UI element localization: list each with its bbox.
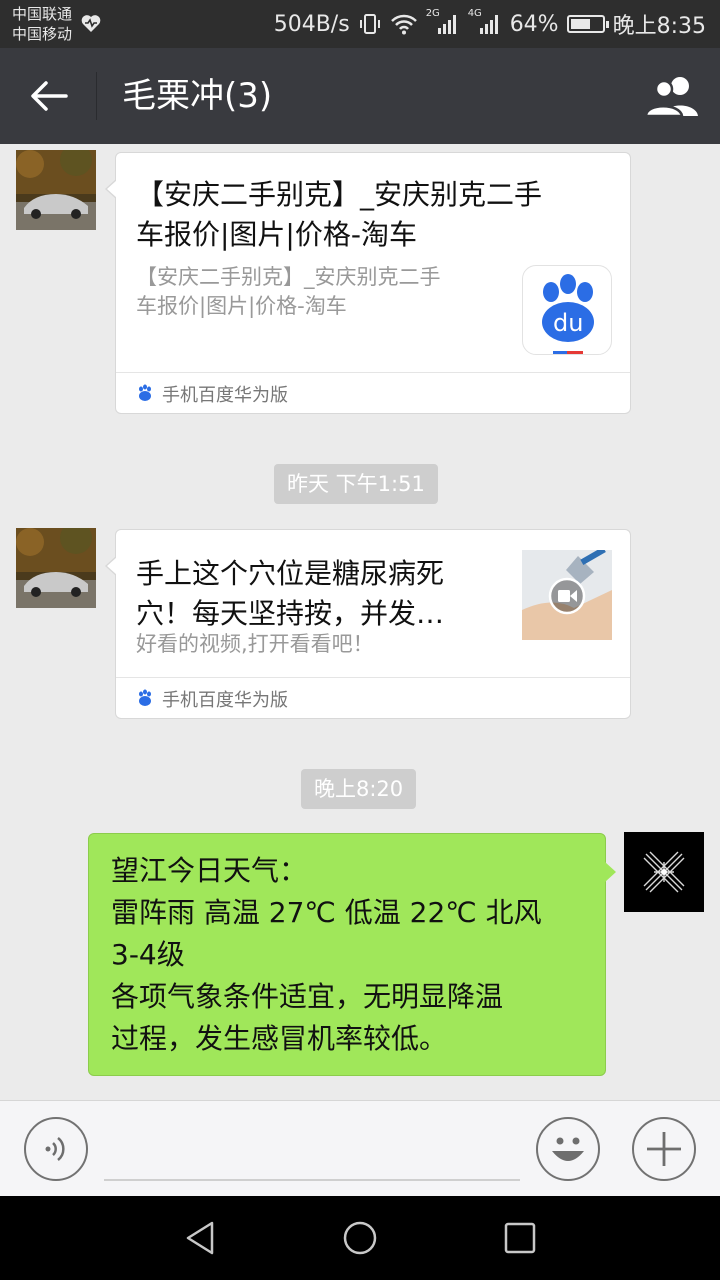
plus-icon xyxy=(647,1132,681,1166)
message-line: 各项气象条件适宜，无明显降温 xyxy=(111,980,504,1013)
card-source-label: 手机百度华为版 xyxy=(162,690,288,711)
nav-home-icon[interactable] xyxy=(340,1218,380,1258)
more-options-button[interactable] xyxy=(632,1117,696,1181)
header-divider xyxy=(96,72,97,120)
group-members-icon[interactable] xyxy=(644,74,700,118)
chat-title: 毛栗冲(3) xyxy=(122,76,273,116)
net-speed: 504B/s xyxy=(273,11,350,37)
smiley-icon xyxy=(552,1137,584,1161)
signal-2g-icon: 2G xyxy=(426,8,460,36)
card-title-line: 【安庆二手别克】_安庆别克二手 xyxy=(136,178,543,211)
message-input-bar xyxy=(0,1100,720,1196)
message-line: 望江今日天气： xyxy=(111,854,308,887)
nav-back-icon[interactable] xyxy=(180,1218,220,1258)
card-source-label: 手机百度华为版 xyxy=(162,385,288,406)
vibrate-icon xyxy=(359,14,380,34)
emoji-button[interactable] xyxy=(536,1117,600,1181)
message-line: 过程，发生感冒机率较低。 xyxy=(111,1022,448,1055)
baidu-du-label: du xyxy=(553,309,584,337)
sender-avatar[interactable] xyxy=(16,150,96,230)
video-thumbnail xyxy=(522,550,612,640)
message-line: 3-4级 xyxy=(111,938,185,971)
timestamp: 晚上8:20 xyxy=(301,769,417,809)
baidu-small-icon xyxy=(139,689,151,706)
clock: 晚上8:35 xyxy=(612,14,706,39)
battery-percent: 64% xyxy=(509,11,559,37)
card-desc-line: 好看的视频,打开看看吧！ xyxy=(136,632,374,656)
nav-recents-icon[interactable] xyxy=(500,1218,540,1258)
voice-input-button[interactable] xyxy=(24,1117,88,1181)
link-card[interactable]: 【安庆二手别克】_安庆别克二手 车报价|图片|价格-淘车 【安庆二手别克】_安庆… xyxy=(105,152,631,414)
carrier-1: 中国联通 xyxy=(12,5,73,23)
chat-header: 毛栗冲(3) xyxy=(0,48,720,144)
back-arrow-icon[interactable] xyxy=(26,76,72,116)
timestamp: 昨天 下午1:51 xyxy=(274,464,438,504)
baidu-small-icon xyxy=(139,384,151,401)
card-title-line: 穴！每天坚持按，并发… xyxy=(136,597,445,630)
voice-wave-icon xyxy=(45,1137,65,1161)
health-heart-icon xyxy=(81,15,101,32)
battery-icon xyxy=(566,15,609,33)
card-title: 手上这个穴位是糖尿病死 穴！每天坚持按，并发… xyxy=(136,554,444,634)
sender-avatar[interactable] xyxy=(16,528,96,608)
my-avatar[interactable] xyxy=(624,832,704,912)
card-description: 【安庆二手别克】_安庆别克二手 车报价|图片|价格-淘车 xyxy=(136,263,441,321)
status-bar: 中国联通 中国移动 504B/s 2G 4G 64% 晚上8:35 xyxy=(0,0,720,48)
signal-4g-icon: 4G xyxy=(468,8,502,36)
card-title: 【安庆二手别克】_安庆别克二手 车报价|图片|价格-淘车 xyxy=(136,175,542,255)
video-link-card[interactable]: 手上这个穴位是糖尿病死 穴！每天坚持按，并发… 好看的视频,打开看看吧！ 手机百… xyxy=(105,529,631,719)
text-input-field[interactable] xyxy=(104,1179,520,1181)
card-title-line: 车报价|图片|价格-淘车 xyxy=(136,218,417,251)
system-navigation-bar xyxy=(0,1196,720,1280)
card-source-footer: 手机百度华为版 xyxy=(116,677,630,718)
card-title-line: 手上这个穴位是糖尿病死 xyxy=(136,557,445,590)
card-source-footer: 手机百度华为版 xyxy=(116,372,630,413)
message-line: 雷阵雨 高温 27℃ 低温 22℃ 北风 xyxy=(111,896,542,929)
carrier-2: 中国移动 xyxy=(12,25,73,43)
sent-message-bubble[interactable]: 望江今日天气： 雷阵雨 高温 27℃ 低温 22℃ 北风 3-4级 各项气象条件… xyxy=(88,833,616,1076)
card-desc-line: 【安庆二手别克】_安庆别克二手 xyxy=(136,265,441,289)
carrier-names: 中国联通 中国移动 xyxy=(12,4,72,44)
card-desc-line: 车报价|图片|价格-淘车 xyxy=(136,294,347,318)
wifi-icon xyxy=(390,14,417,35)
baidu-logo-thumbnail: du xyxy=(522,265,612,355)
message-list[interactable]: 【安庆二手别克】_安庆别克二手 车报价|图片|价格-淘车 【安庆二手别克】_安庆… xyxy=(0,144,720,1100)
card-description: 好看的视频,打开看看吧！ xyxy=(136,630,374,659)
